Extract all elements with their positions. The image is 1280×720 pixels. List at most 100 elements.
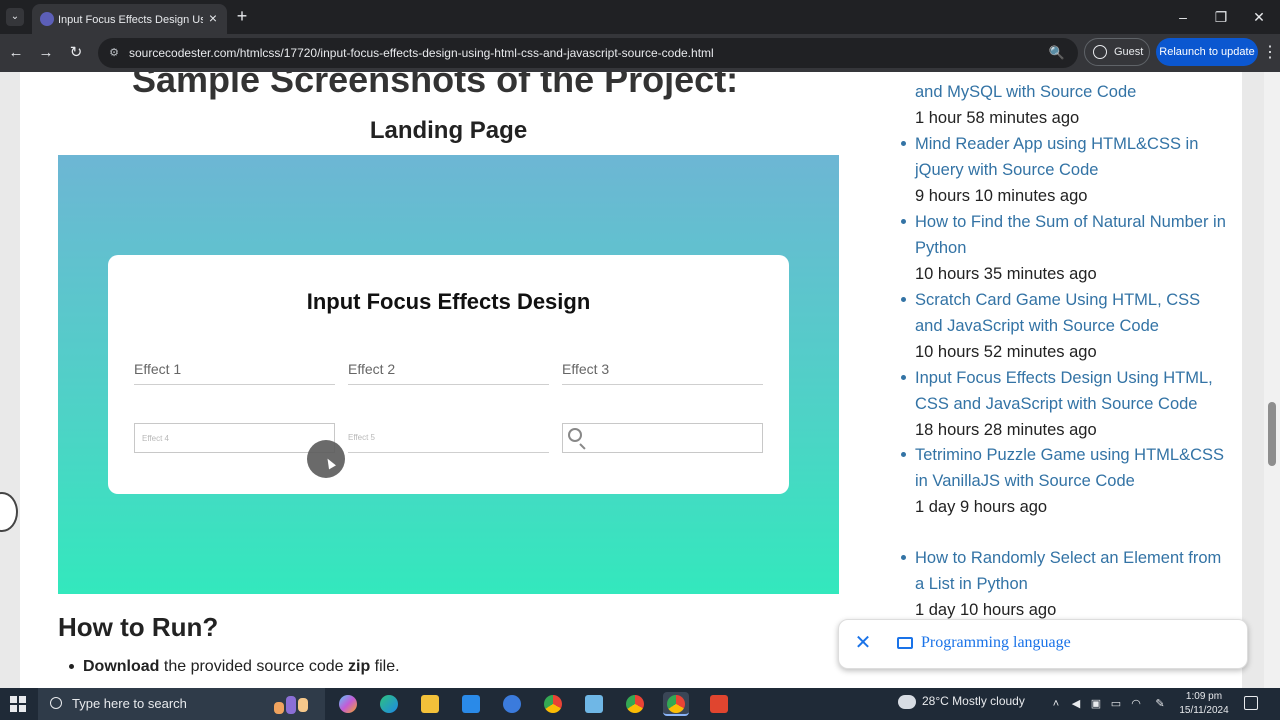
recent-post-time: 10 hours 52 minutes ago <box>915 343 1097 361</box>
reload-button[interactable]: ↻ <box>66 43 86 63</box>
tab-title: Input Focus Effects Design Using HTML <box>58 14 203 26</box>
edge-indicator <box>0 492 18 532</box>
recent-post-link[interactable]: and MySQL with Source Code <box>915 79 1230 105</box>
recent-post-time: 18 hours 28 minutes ago <box>915 421 1097 439</box>
new-tab-button[interactable]: + <box>233 7 251 25</box>
browser-menu-icon[interactable]: ⋮ <box>1262 43 1278 63</box>
list-bullet <box>901 555 906 560</box>
guest-label: Guest <box>1114 46 1144 58</box>
app-icon[interactable] <box>499 692 525 716</box>
tray-app-icon[interactable]: ▣ <box>1088 696 1104 712</box>
list-bullet <box>901 297 906 302</box>
list-bullet <box>901 141 906 146</box>
recent-post-link[interactable]: Tetrimino Puzzle Game using HTML&CSS in … <box>915 442 1230 494</box>
clock-date: 15/11/2024 <box>1179 705 1229 716</box>
active-tab[interactable]: Input Focus Effects Design Using HTML × <box>32 4 227 34</box>
heading-sample-screenshots: Sample Screenshots of the Project: <box>132 72 739 100</box>
list-bullet <box>901 452 906 457</box>
project-screenshot: Input Focus Effects Design Effect 1 Effe… <box>58 155 839 594</box>
page-scrollbar[interactable] <box>1264 72 1280 688</box>
recent-post-link[interactable]: How to Randomly Select an Element from a… <box>915 545 1230 597</box>
recent-post: Tetrimino Puzzle Game using HTML&CSS in … <box>901 442 1230 520</box>
scrollbar-thumb[interactable] <box>1268 402 1276 466</box>
battery-icon[interactable]: ▭ <box>1108 696 1124 712</box>
demo-card: Input Focus Effects Design Effect 1 Effe… <box>108 255 789 494</box>
list-bullet <box>901 375 906 380</box>
run-step: Download the provided source code zip fi… <box>69 657 783 677</box>
relaunch-button[interactable]: Relaunch to update <box>1156 38 1258 66</box>
recent-post-time: 1 day 9 hours ago <box>915 498 1048 516</box>
weather-text: 28°C Mostly cloudy <box>922 694 1025 708</box>
volume-icon[interactable]: ◀ <box>1068 696 1084 712</box>
pen-icon[interactable]: ✎ <box>1152 696 1168 712</box>
close-icon[interactable]: ✕ <box>853 633 873 653</box>
search-icon <box>568 428 582 442</box>
search-effect-input <box>562 423 763 453</box>
windows-taskbar: Type here to search 28°C Mostly cloudy ˄… <box>0 688 1280 720</box>
search-highlight-icon <box>270 692 320 716</box>
tab-list-button[interactable]: ⌄ <box>6 8 24 26</box>
recent-post: How to Randomly Select an Element from a… <box>901 545 1230 623</box>
notification-icon[interactable] <box>1244 696 1258 710</box>
copilot-icon[interactable] <box>335 692 361 716</box>
effect-2-input: Effect 2 <box>348 355 549 385</box>
recent-post-time: 9 hours 10 minutes ago <box>915 187 1088 205</box>
zoom-icon[interactable]: 🔍 <box>1048 44 1066 62</box>
heading-how-to-run: How to Run? <box>58 612 219 642</box>
cloudy-icon <box>898 694 916 709</box>
windows-start-icon[interactable] <box>10 696 26 712</box>
recent-post-link[interactable]: Scratch Card Game Using HTML, CSS and Ja… <box>915 287 1230 339</box>
effect-3-label: Effect 3 <box>562 361 610 377</box>
close-window-button[interactable]: ✕ <box>1248 6 1270 28</box>
forward-button[interactable]: → <box>36 43 56 63</box>
effect-5-input: Effect 5 <box>348 423 549 453</box>
maximize-button[interactable]: ❐ <box>1210 6 1232 28</box>
guest-profile-button[interactable]: Guest <box>1084 38 1150 66</box>
devices-icon <box>897 637 913 649</box>
notepad-icon[interactable] <box>581 692 607 716</box>
recent-post-time: 1 hour 58 minutes ago <box>915 109 1080 127</box>
chrome-profile-icon[interactable] <box>540 692 566 716</box>
address-bar[interactable]: ⚙ sourcecodester.com/htmlcss/17720/input… <box>98 38 1078 68</box>
recent-post-link[interactable]: How to Find the Sum of Natural Number in… <box>915 209 1230 261</box>
file-explorer-icon[interactable] <box>417 692 443 716</box>
demo-card-title: Input Focus Effects Design <box>306 289 591 314</box>
system-clock[interactable]: 1:09 pm 15/11/2024 <box>1172 690 1236 718</box>
effect-4-placeholder: Effect 4 <box>142 434 169 443</box>
url-text[interactable]: sourcecodester.com/htmlcss/17720/input-f… <box>129 45 1029 61</box>
effect-4-input: Effect 4 <box>134 423 335 453</box>
recent-posts-sidebar: and MySQL with Source Code 1 hour 58 min… <box>895 72 1235 688</box>
web-page: Sample Screenshots of the Project: Landi… <box>0 72 1280 688</box>
recent-post: Mind Reader App using HTML&CSS in jQuery… <box>901 131 1230 209</box>
page-content: Sample Screenshots of the Project: Landi… <box>20 72 1242 688</box>
recent-post: and MySQL with Source Code 1 hour 58 min… <box>915 79 1230 131</box>
effect-2-label: Effect 2 <box>348 361 396 377</box>
recent-post: Scratch Card Game Using HTML, CSS and Ja… <box>901 287 1230 365</box>
weather-widget[interactable]: 28°C Mostly cloudy <box>898 694 1025 709</box>
heading-landing-page: Landing Page <box>369 117 528 144</box>
chrome-icon[interactable] <box>622 692 648 716</box>
recent-post-link[interactable]: Input Focus Effects Design Using HTML, C… <box>915 365 1230 417</box>
chrome-active-icon[interactable] <box>663 692 689 716</box>
taskbar-search-box[interactable]: Type here to search <box>38 688 325 720</box>
back-button[interactable]: ← <box>6 43 26 63</box>
recent-post-link[interactable]: Mind Reader App using HTML&CSS in jQuery… <box>915 131 1230 183</box>
recent-post: Input Focus Effects Design Using HTML, C… <box>901 365 1230 443</box>
profile-icon <box>1093 45 1107 59</box>
site-favicon-icon <box>40 12 54 26</box>
clock-time: 1:09 pm <box>1185 691 1223 702</box>
site-info-icon[interactable]: ⚙ <box>107 46 121 60</box>
recent-post: How to Find the Sum of Natural Number in… <box>901 209 1230 287</box>
recorder-icon[interactable] <box>706 692 732 716</box>
chevron-up-icon[interactable]: ˄ <box>1048 696 1064 712</box>
taskbar-search-placeholder: Type here to search <box>72 696 187 711</box>
browser-toolbar: ← → ↻ ⚙ sourcecodester.com/htmlcss/17720… <box>0 34 1280 72</box>
vscode-icon[interactable] <box>458 692 484 716</box>
programming-language-chip[interactable]: ✕ Programming language <box>838 619 1248 669</box>
close-tab-icon[interactable]: × <box>205 10 221 26</box>
edge-icon[interactable] <box>376 692 402 716</box>
effect-1-input: Effect 1 <box>134 355 335 385</box>
network-icon[interactable]: ◠ <box>1128 696 1144 712</box>
search-icon <box>50 697 62 709</box>
minimize-button[interactable]: – <box>1172 6 1194 28</box>
